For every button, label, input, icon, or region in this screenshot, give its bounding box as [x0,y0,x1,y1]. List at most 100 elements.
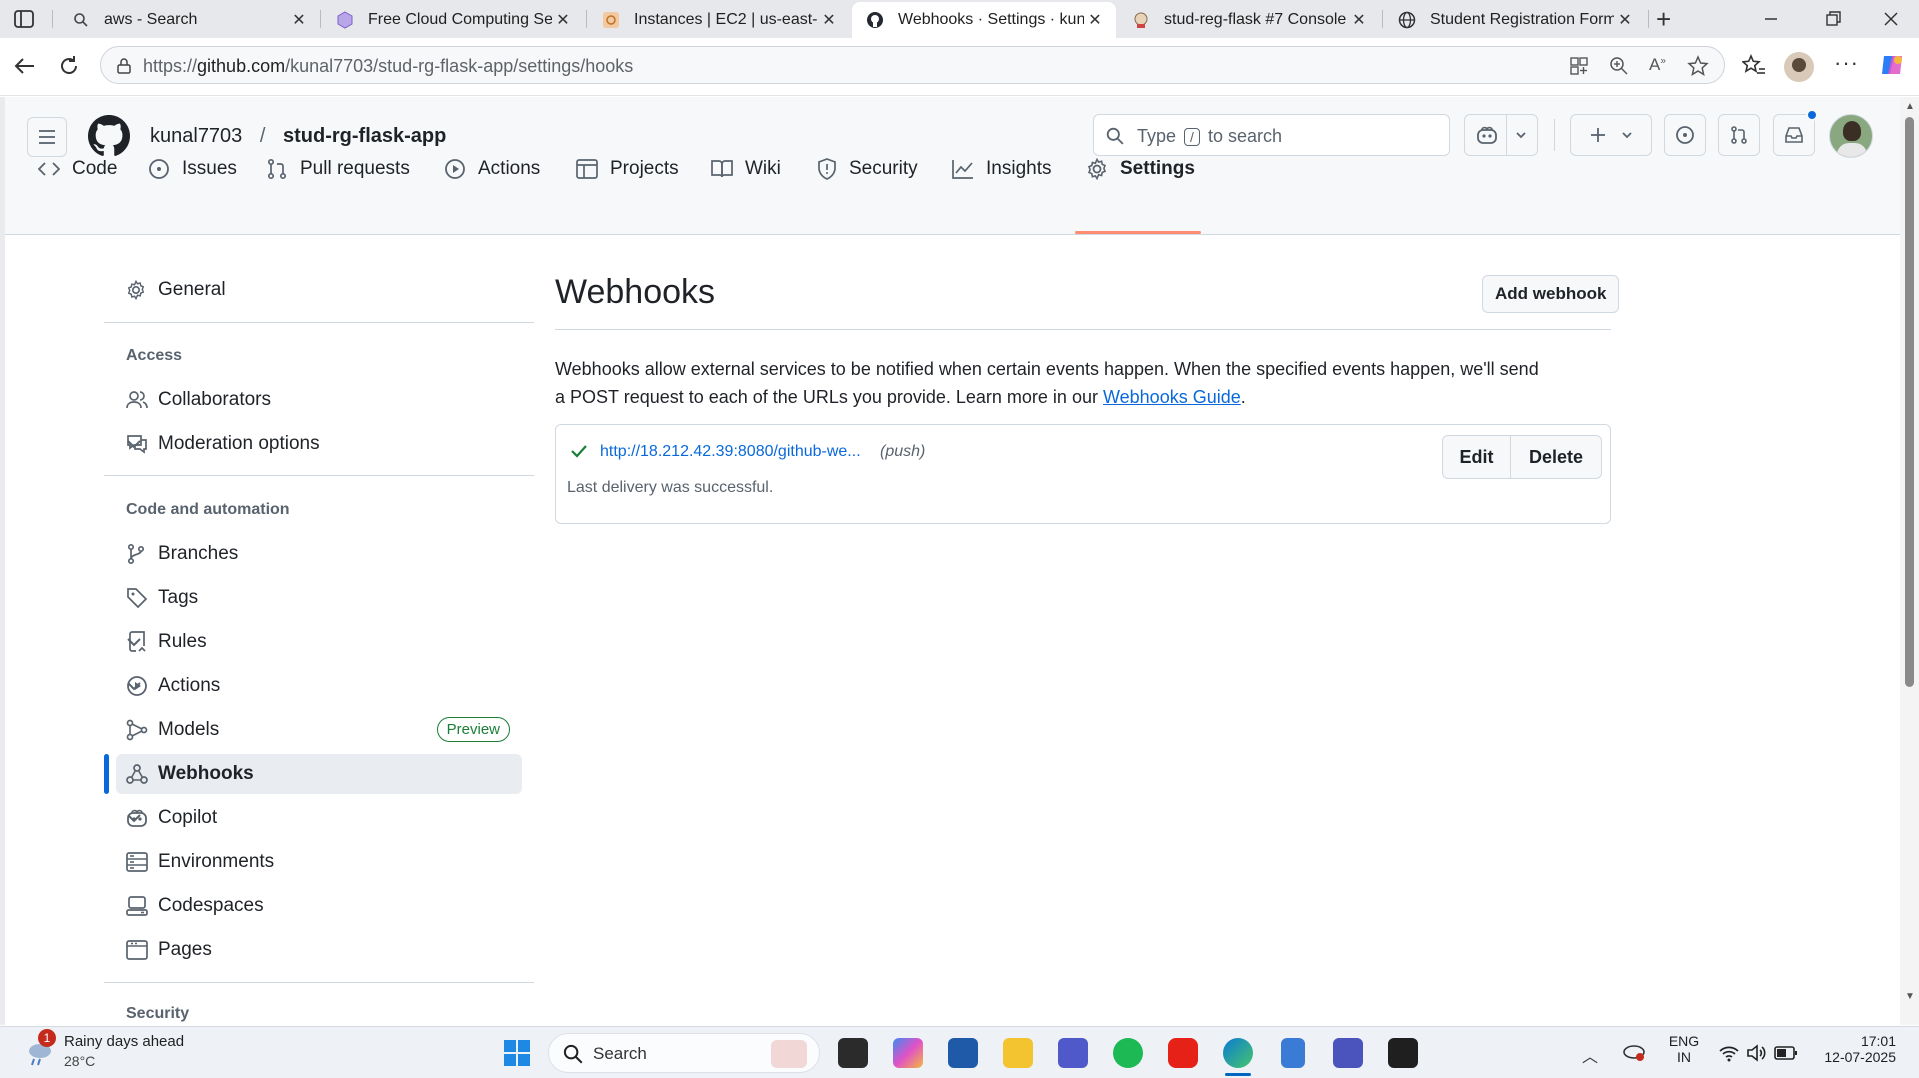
zoom-icon[interactable] [1609,56,1629,76]
add-webhook-button[interactable]: Add webhook [1482,275,1620,313]
app-available-icon[interactable] [1569,56,1589,76]
onedrive-icon[interactable] [1622,1041,1646,1063]
tab-settings[interactable]: Settings [1086,147,1195,191]
terminal-icon[interactable] [1388,1038,1418,1068]
wifi-icon[interactable] [1718,1043,1740,1063]
scroll-down-icon[interactable]: ▼ [1905,991,1915,1002]
browser-tab[interactable]: Instances | EC2 | us-east-1 ✕ [588,2,850,38]
close-icon[interactable]: ✕ [552,10,574,30]
browser-tab-active[interactable]: Webhooks · Settings · kunal7 ✕ [852,2,1116,38]
close-icon[interactable]: ✕ [818,10,840,30]
branch-icon [127,543,145,565]
restore-icon[interactable] [1822,8,1844,30]
sidebar-item-models[interactable]: Models Preview [116,710,522,750]
favorites-icon[interactable] [1742,54,1766,78]
tab-projects[interactable]: Projects [576,147,679,191]
inbox-button[interactable] [1773,109,1818,156]
browser-tab[interactable]: Student Registration Form ✕ [1384,2,1646,38]
tab-actions[interactable]: Actions [444,147,540,191]
copilot-button[interactable] [1464,114,1538,156]
create-new-button[interactable] [1570,114,1652,156]
edge-icon[interactable] [1223,1038,1253,1068]
sidebar-item-branches[interactable]: Branches [116,534,522,574]
close-icon[interactable]: ✕ [1084,10,1106,30]
taskbar-search[interactable]: Search [548,1033,820,1073]
tab-actions-icon[interactable] [12,8,36,30]
weather-icon[interactable]: 1 [24,1029,56,1069]
sidebar-item-codespaces[interactable]: Codespaces [116,886,522,926]
notepad-icon[interactable] [1281,1038,1305,1068]
teams-icon[interactable] [1058,1038,1088,1068]
browser-tab[interactable]: stud-reg-flask #7 Console - J ✕ [1118,2,1380,38]
sidebar-item-webhooks[interactable]: Webhooks [116,754,522,794]
tab-pull-requests[interactable]: Pull requests [266,147,410,191]
sidebar-item-moderation[interactable]: Moderation options [116,424,522,464]
back-icon[interactable] [12,54,38,78]
scroll-up-icon[interactable]: ▲ [1905,101,1915,112]
task-view-icon[interactable] [838,1038,868,1068]
edit-button[interactable]: Edit [1443,436,1511,478]
sidebar-item-general[interactable]: General [116,270,522,310]
windows-start-icon[interactable] [503,1039,531,1067]
sidebar-heading-access: Access [126,347,183,364]
language-indicator[interactable]: ENG IN [1666,1033,1702,1065]
issues-button[interactable] [1664,114,1706,156]
youtube-icon[interactable] [1168,1038,1198,1068]
chevron-up-icon[interactable]: ︿ [1582,1043,1598,1067]
sidebar-item-copilot[interactable]: Copilot [116,798,522,838]
pull-requests-button[interactable] [1718,114,1760,156]
close-window-icon[interactable] [1880,8,1902,30]
sidebar-item-tags[interactable]: Tags [116,578,522,618]
browser-tab-strip: aws - Search ✕ Free Cloud Computing Serv… [0,0,1919,38]
refresh-icon[interactable] [56,54,82,78]
title-divider [555,329,1611,330]
user-avatar[interactable] [1829,114,1873,158]
sidebar-item-collaborators[interactable]: Collaborators [116,380,522,420]
site-info-icon[interactable] [115,57,133,75]
sidebar-item-pages[interactable]: Pages [116,930,522,970]
repo-link[interactable]: stud-rg-flask-app [283,125,446,147]
weather-title[interactable]: Rainy days ahead [64,1033,184,1050]
delete-button[interactable]: Delete [1511,436,1601,478]
new-tab-button[interactable]: + [1656,5,1671,33]
tab-code[interactable]: Code [38,147,117,191]
browser-tab[interactable]: Free Cloud Computing Servi ✕ [322,2,584,38]
tab-wiki[interactable]: Wiki [711,147,781,191]
browser-tab[interactable]: aws - Search ✕ [58,2,320,38]
volume-icon[interactable] [1746,1043,1768,1063]
read-aloud-icon[interactable]: A» [1649,55,1666,75]
teams-work-icon[interactable] [1333,1038,1363,1068]
copilot-app-icon[interactable] [893,1038,923,1068]
clock[interactable]: 17:01 12-07-2025 [1814,1033,1896,1065]
copilot-icon[interactable] [1878,50,1908,80]
sidebar-item-actions[interactable]: Actions [116,666,522,706]
address-bar[interactable]: https://github.com/kunal7703/stud-rg-fla… [100,46,1725,84]
favorite-star-icon[interactable] [1687,55,1709,77]
hamburger-icon [39,130,55,144]
spotify-icon[interactable] [1113,1038,1143,1068]
tab-security[interactable]: Security [817,147,918,191]
cube-icon [336,11,354,29]
tab-insights[interactable]: Insights [952,147,1051,191]
tab-label: Free Cloud Computing Servi [368,11,552,28]
sidebar-item-label: Collaborators [158,389,271,410]
profile-avatar[interactable] [1784,52,1814,82]
tab-label: Projects [610,158,679,179]
owner-link[interactable]: kunal7703 [150,125,242,147]
close-icon[interactable]: ✕ [1614,10,1636,30]
file-explorer-icon[interactable] [1003,1038,1033,1068]
close-icon[interactable]: ✕ [1348,10,1370,30]
sidebar-item-rules[interactable]: Rules [116,622,522,662]
scrollbar-thumb[interactable] [1905,117,1914,687]
battery-icon[interactable] [1774,1045,1798,1061]
tab-issues[interactable]: Issues [148,147,237,191]
scrollbar[interactable]: ▲ ▼ [1900,97,1919,1025]
close-icon[interactable]: ✕ [288,10,310,30]
webhook-url-link[interactable]: http://18.212.42.39:8080/github-we... [600,443,861,461]
sidebar-item-environments[interactable]: Environments [116,842,522,882]
minimize-icon[interactable] [1760,8,1782,30]
more-icon[interactable]: ··· [1834,50,1859,76]
store-icon[interactable] [948,1038,978,1068]
search-icon [72,11,90,29]
webhooks-guide-link[interactable]: Webhooks Guide [1103,387,1241,407]
